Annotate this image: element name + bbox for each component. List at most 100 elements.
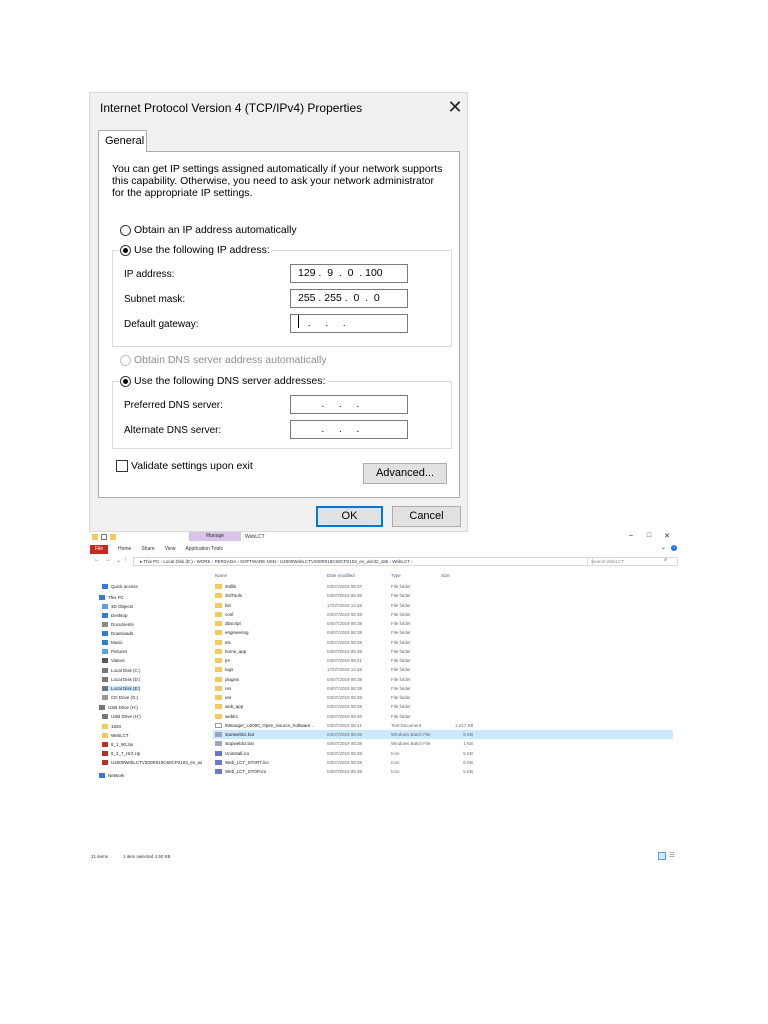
nav-item[interactable]: 3D Objects xyxy=(102,604,133,609)
default-gateway-input[interactable]: . . . xyxy=(290,314,408,333)
large-icons-view-icon[interactable]: ☷ xyxy=(668,852,676,860)
nav-item-label: Quick access xyxy=(111,584,138,589)
nav-item[interactable]: Quick access xyxy=(102,584,138,589)
forward-arrow-icon[interactable]: → xyxy=(105,557,111,563)
new-folder-icon[interactable] xyxy=(110,534,116,540)
ip-manual-radio-row[interactable]: Use the following IP address: xyxy=(120,244,272,256)
address-bar[interactable]: ▸ This PC › Local Disk (E:) › WORK › PER… xyxy=(133,557,593,566)
help-icon[interactable]: ? xyxy=(671,545,677,551)
recent-locations-icon[interactable]: ⌄ xyxy=(116,557,121,564)
close-icon[interactable]: ✕ xyxy=(444,97,466,119)
file-row[interactable]: stopweblct.bat 04/07/2019 08:38 Windows Ba… xyxy=(213,739,673,748)
folder-icon xyxy=(92,534,98,540)
file-row[interactable]: IManager_U2000_Open_Source_Software... 04… xyxy=(213,721,673,730)
file-row[interactable]: conf 04/07/2019 08:38 File folder xyxy=(213,610,673,619)
nav-item[interactable]: 8_1_90.zip xyxy=(102,742,133,747)
subnet-mask-input[interactable]: 255 . 255 . 0 . 0 xyxy=(290,289,408,308)
nav-item[interactable]: This PC xyxy=(99,595,124,600)
column-size[interactable]: Size xyxy=(441,573,450,578)
advanced-button[interactable]: Advanced... xyxy=(363,463,447,484)
file-size: 1 KB xyxy=(463,741,473,747)
tab-view[interactable]: View xyxy=(165,546,176,552)
file-row[interactable]: var 04/07/2019 08:38 File folder xyxy=(213,693,673,702)
file-row[interactable]: logs 17/07/2020 14:45 File folder xyxy=(213,665,673,674)
file-row[interactable]: plugins 04/07/2019 08:38 File folder xyxy=(213,675,673,684)
dns-manual-radio-row[interactable]: Use the following DNS server addresses: xyxy=(120,375,328,387)
column-date-modified[interactable]: Date modified xyxy=(327,573,355,578)
file-row[interactable]: home_app 04/07/2019 08:38 File folder xyxy=(213,647,673,656)
nav-item[interactable]: WebLCT xyxy=(102,733,129,738)
ok-button[interactable]: OK xyxy=(316,506,383,527)
tab-general[interactable]: General xyxy=(98,130,147,152)
nav-item[interactable]: Downloads xyxy=(102,631,133,636)
tab-home[interactable]: Home xyxy=(118,546,131,552)
file-date: 04/07/2019 08:38 xyxy=(327,676,363,682)
column-type[interactable]: Type xyxy=(391,573,401,578)
nav-item[interactable]: 1820 xyxy=(102,724,121,729)
up-arrow-icon[interactable]: ↑ xyxy=(124,557,127,563)
validate-settings-row[interactable]: Validate settings upon exit xyxy=(116,460,253,472)
file-row[interactable]: Uninstall.ico 04/07/2019 08:38 Icon 5 KB xyxy=(213,749,673,758)
file-type: File folder xyxy=(391,630,411,636)
nav-item[interactable]: 8_2_7_Hr2.zip xyxy=(102,751,140,756)
status-bar: 21 items 1 item selected 4.50 KB ☷ xyxy=(89,852,679,862)
file-row[interactable]: startweblct.bat 04/07/2019 08:38 Windows B… xyxy=(213,730,673,739)
file-row[interactable]: engineering 04/07/2019 08:38 File folder xyxy=(213,628,673,637)
preferred-dns-input[interactable]: . . . xyxy=(290,395,408,414)
minimize-icon[interactable]: – xyxy=(625,532,637,539)
nav-item[interactable]: Local Disk (C:) xyxy=(102,668,141,673)
file-row[interactable]: 3rdlib 04/07/2019 08:37 File folder xyxy=(213,582,673,591)
nav-item[interactable]: Documents xyxy=(102,622,134,627)
nav-item[interactable]: Pictures xyxy=(102,649,127,654)
dns-auto-radio[interactable] xyxy=(120,354,131,366)
dns-auto-radio-row[interactable]: Obtain DNS server address automatically xyxy=(120,354,327,366)
manage-tab[interactable]: Manage xyxy=(189,532,241,541)
file-row[interactable]: dbscript 04/07/2019 08:38 File folder xyxy=(213,619,673,628)
ip-auto-radio[interactable] xyxy=(120,224,131,236)
nav-item[interactable]: U2000WebLCTV200R019C60CP2103_en_wi xyxy=(102,760,202,765)
nav-item-label: This PC xyxy=(108,595,125,600)
dns-manual-radio[interactable] xyxy=(120,375,131,387)
file-row[interactable]: 3rdTools 04/07/2019 08:36 File folder xyxy=(213,591,673,600)
column-name[interactable]: Name xyxy=(215,573,227,578)
tab-share[interactable]: Share xyxy=(141,546,154,552)
file-row[interactable]: res 04/07/2019 08:38 File folder xyxy=(213,684,673,693)
validate-settings-checkbox[interactable] xyxy=(116,460,128,472)
ip-auto-radio-row[interactable]: Obtain an IP address automatically xyxy=(120,224,297,236)
default-gateway-value: . . . xyxy=(299,317,346,329)
nav-item[interactable]: Desktop xyxy=(102,613,128,618)
nav-item[interactable]: Videos xyxy=(102,658,125,663)
file-row[interactable]: web_app 04/07/2019 08:38 File folder xyxy=(213,702,673,711)
file-row[interactable]: Web_LCT_STOP.ico 04/07/2019 08:38 Icon 6 KB xyxy=(213,767,673,776)
tab-file[interactable]: File xyxy=(90,544,108,554)
file-row[interactable]: jre 04/07/2019 08:41 File folder xyxy=(213,656,673,665)
ip-address-input[interactable]: 129 . 9 . 0 . 100 xyxy=(290,264,408,283)
nav-item[interactable]: USB Drive (H:) xyxy=(102,714,141,719)
explorer-title-bar: Manage WebLCT – □ ✕ xyxy=(89,532,679,544)
back-arrow-icon[interactable]: ← xyxy=(94,557,100,563)
alternate-dns-input[interactable]: . . . xyxy=(290,420,408,439)
search-icon[interactable]: ⌕ xyxy=(664,557,667,564)
file-row[interactable]: bin 17/07/2020 14:45 File folder xyxy=(213,601,673,610)
navigation-pane: Quick access This PC 3D Objects Desktop Docu… xyxy=(89,576,211,846)
nav-item[interactable]: CD Drive (G:) xyxy=(102,695,138,700)
nav-item[interactable]: Local Disk (D:) xyxy=(102,677,141,682)
file-name: var xyxy=(225,695,232,700)
ip-manual-radio[interactable] xyxy=(120,244,131,256)
file-row[interactable]: weblct 04/07/2019 08:40 File folder xyxy=(213,712,673,721)
cancel-button[interactable]: Cancel xyxy=(392,506,461,527)
file-row[interactable]: Web_LCT_START.ico 04/07/2019 08:38 Icon 6 K… xyxy=(213,758,673,767)
properties-icon[interactable] xyxy=(101,534,107,540)
expand-ribbon-icon[interactable]: ⌄ xyxy=(661,544,666,551)
nav-item[interactable]: Local Disk (E:) xyxy=(102,686,141,691)
nav-item[interactable]: Music xyxy=(102,640,123,645)
tab-application-tools[interactable]: Application Tools xyxy=(185,546,222,552)
window-close-icon[interactable]: ✕ xyxy=(661,532,673,540)
nav-item[interactable]: Network xyxy=(99,773,125,778)
nav-item-label: USB Drive (H:) xyxy=(108,705,138,710)
folder-file-icon xyxy=(215,676,222,682)
file-row[interactable]: etc 04/07/2019 08:38 File folder xyxy=(213,638,673,647)
details-view-icon[interactable] xyxy=(658,852,666,860)
nav-item[interactable]: USB Drive (H:) xyxy=(99,705,138,710)
maximize-icon[interactable]: □ xyxy=(643,532,655,539)
